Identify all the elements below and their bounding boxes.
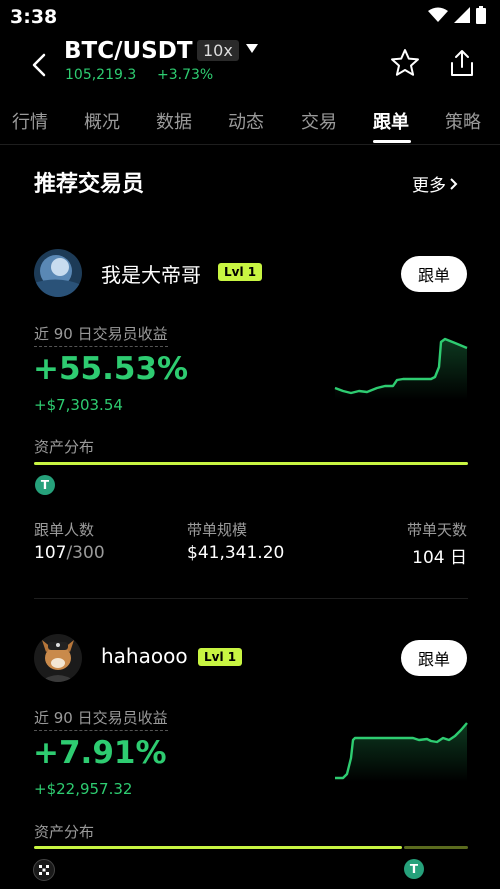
follow-button[interactable]: 跟单 xyxy=(401,640,467,676)
pnl-amount: +$7,303.54 xyxy=(34,396,123,414)
star-icon[interactable] xyxy=(390,48,420,78)
level-badge: Lvl 1 xyxy=(198,648,243,666)
status-time: 3:38 xyxy=(10,6,58,28)
share-icon[interactable] xyxy=(448,48,476,78)
tab-data[interactable]: 数据 xyxy=(156,108,192,134)
pnl-label[interactable]: 近 90 日交易员收益 xyxy=(34,323,168,347)
pnl-label[interactable]: 近 90 日交易员收益 xyxy=(34,707,168,731)
tab-bar: 行情 概况 数据 动态 交易 跟单 策略 xyxy=(0,104,500,144)
signal-icon xyxy=(454,7,470,23)
dropdown-caret-icon[interactable] xyxy=(246,44,258,54)
trader-avatar[interactable] xyxy=(34,634,82,682)
section-title: 推荐交易员 xyxy=(34,172,145,197)
asset-bar xyxy=(34,462,468,465)
asset-bar-primary xyxy=(34,846,402,849)
chevron-right-icon xyxy=(450,177,458,190)
back-arrow-icon[interactable] xyxy=(26,50,54,80)
tether-coin-icon: T xyxy=(35,475,55,495)
followers-max: /300 xyxy=(66,543,105,563)
level-badge: Lvl 1 xyxy=(218,263,263,281)
asset-distribution-label: 资产分布 xyxy=(34,438,95,456)
pnl-sparkline xyxy=(335,722,468,782)
asset-distribution-label: 资产分布 xyxy=(34,823,95,841)
trader-avatar[interactable] xyxy=(34,249,82,297)
days-value: 104 日 xyxy=(412,548,467,568)
leverage-badge: 10x xyxy=(197,40,239,61)
days-label: 带单天数 xyxy=(406,521,467,539)
followers-label: 跟单人数 xyxy=(34,521,95,539)
last-price: 105,219.3 xyxy=(65,67,137,83)
status-icons xyxy=(428,6,486,24)
tabs-divider xyxy=(0,144,500,145)
tab-trade[interactable]: 交易 xyxy=(301,108,337,134)
more-label: 更多 xyxy=(412,176,446,196)
tab-overview[interactable]: 概况 xyxy=(84,108,120,134)
aum-label: 带单规模 xyxy=(187,521,248,539)
pair-title[interactable]: BTC/USDT xyxy=(64,38,193,64)
trader-name[interactable]: 我是大帝哥 xyxy=(101,259,201,288)
active-tab-indicator xyxy=(373,140,411,143)
followers-current: 107 xyxy=(34,543,67,563)
tab-feed[interactable]: 动态 xyxy=(228,108,264,134)
trader-name[interactable]: hahaooo xyxy=(101,644,188,668)
more-link[interactable]: 更多 xyxy=(412,171,458,196)
pnl-percentage: +7.91% xyxy=(33,735,167,771)
follow-button[interactable]: 跟单 xyxy=(401,256,467,292)
followers-value: 107/300 xyxy=(34,543,105,563)
wifi-icon xyxy=(428,7,448,22)
asset-bar-secondary xyxy=(404,846,468,849)
aum-value: $41,341.20 xyxy=(187,543,285,563)
card-divider xyxy=(34,598,468,599)
price-change: +3.73% xyxy=(157,67,214,83)
pnl-percentage: +55.53% xyxy=(33,351,189,387)
tab-strategy[interactable]: 策略 xyxy=(445,108,481,134)
pnl-amount: +$22,957.32 xyxy=(34,780,133,798)
pnl-sparkline xyxy=(334,337,468,400)
tab-market[interactable]: 行情 xyxy=(12,108,48,134)
dice-coin-icon xyxy=(33,859,55,881)
tether-coin-icon: T xyxy=(404,859,424,879)
tab-copy-trading[interactable]: 跟单 xyxy=(373,108,409,134)
battery-icon xyxy=(476,6,486,24)
